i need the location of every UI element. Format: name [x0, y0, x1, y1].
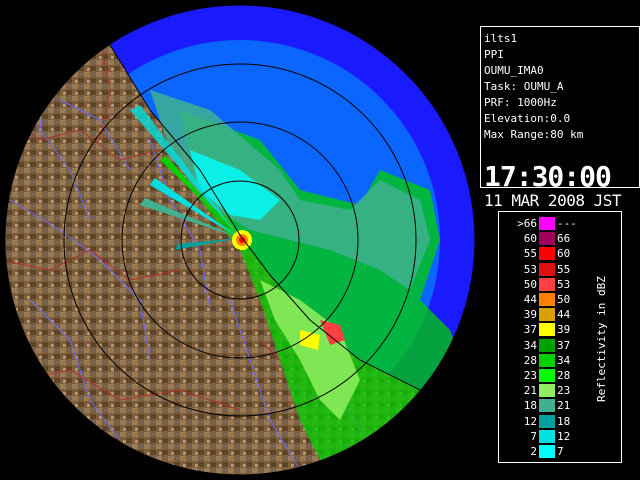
legend-high-value: 55: [557, 262, 571, 276]
scan-time: 17:30:00: [484, 160, 612, 193]
legend-row: 55 60: [499, 247, 599, 261]
legend-low-value: 50: [523, 277, 537, 291]
legend-color-swatch: [539, 232, 555, 246]
legend-low-value: >66: [517, 217, 537, 230]
legend-color-swatch: [539, 217, 555, 230]
legend-color-swatch: [539, 308, 555, 322]
legend-high-value: 12: [557, 429, 571, 443]
legend-low-value: 28: [523, 353, 537, 367]
legend-low-value: 60: [523, 232, 537, 246]
legend-row: 7 12: [499, 429, 599, 443]
legend-low-value: 18: [523, 399, 537, 413]
legend-low-value: 37: [523, 323, 537, 337]
legend-row: 60 66: [499, 232, 599, 246]
legend-color-swatch: [539, 414, 555, 428]
legend-row: 12 18: [499, 414, 599, 428]
scan-type: PPI: [484, 48, 504, 61]
legend-low-value: 21: [523, 384, 537, 398]
legend-low-value: 23: [523, 369, 537, 382]
legend-low-value: 39: [523, 308, 537, 322]
legend-high-value: 50: [557, 293, 571, 306]
scan-info-panel: ilts1 PPI OUMU_IMA0 Task: OUMU_A PRF: 10…: [480, 26, 640, 210]
product-name: OUMU_IMA0: [484, 64, 544, 77]
legend-row: 44 50: [499, 293, 599, 306]
legend-low-value: 44: [523, 293, 537, 306]
legend-color-swatch: [539, 338, 555, 352]
legend-high-value: 44: [557, 308, 571, 322]
legend-high-value: 23: [557, 384, 571, 398]
elevation-value: Elevation:0.0: [484, 112, 571, 125]
legend-color-swatch: [539, 247, 555, 261]
legend-high-value: 18: [557, 414, 571, 428]
reflectivity-legend: >66 --- 60 66 55 60 53 55 50 53 44 50 39 44 37 39 34 37 28…: [498, 211, 622, 463]
legend-high-value: 28: [557, 369, 571, 382]
legend-row: 18 21: [499, 399, 599, 413]
prf-value: PRF: 1000Hz: [484, 96, 557, 109]
legend-high-value: 34: [557, 353, 571, 367]
legend-row: 21 23: [499, 384, 599, 398]
legend-row: 23 28: [499, 369, 599, 382]
scan-date: 11 MAR 2008 JST: [484, 191, 622, 210]
legend-high-value: ---: [557, 217, 577, 230]
legend-high-value: 53: [557, 277, 571, 291]
max-range-value: Max Range:80 km: [484, 128, 584, 141]
legend-row: 39 44: [499, 308, 599, 322]
legend-row: 37 39: [499, 323, 599, 337]
legend-row: 53 55: [499, 262, 599, 276]
legend-row: 28 34: [499, 353, 599, 367]
legend-color-swatch: [539, 399, 555, 413]
radar-ppi-map[interactable]: [0, 0, 480, 480]
legend-color-swatch: [539, 384, 555, 398]
legend-row: 50 53: [499, 277, 599, 291]
site-name: ilts1: [484, 32, 518, 45]
legend-low-value: 53: [523, 262, 537, 276]
legend-row: 34 37: [499, 338, 599, 352]
legend-low-value: 12: [523, 414, 537, 428]
legend-high-value: 37: [557, 338, 571, 352]
legend-high-value: 21: [557, 399, 571, 413]
legend-color-swatch: [539, 445, 555, 458]
legend-color-swatch: [539, 369, 555, 382]
legend-low-value: 7: [530, 429, 537, 443]
legend-color-swatch: [539, 293, 555, 306]
legend-color-swatch: [539, 323, 555, 337]
legend-high-value: 39: [557, 323, 571, 337]
legend-high-value: 7: [557, 445, 564, 458]
task-name: Task: OUMU_A: [484, 80, 564, 93]
legend-low-value: 55: [523, 247, 537, 261]
legend-color-swatch: [539, 353, 555, 367]
legend-row: 27: [499, 445, 599, 458]
legend-high-value: 60: [557, 247, 571, 261]
legend-row: >66 ---: [499, 217, 599, 230]
legend-title: Reflectivity in dBZ: [595, 276, 608, 402]
legend-color-swatch: [539, 277, 555, 291]
legend-low-value: 2: [530, 445, 537, 458]
legend-low-value: 34: [523, 338, 537, 352]
legend-high-value: 66: [557, 232, 571, 246]
legend-color-swatch: [539, 429, 555, 443]
legend-color-swatch: [539, 262, 555, 276]
